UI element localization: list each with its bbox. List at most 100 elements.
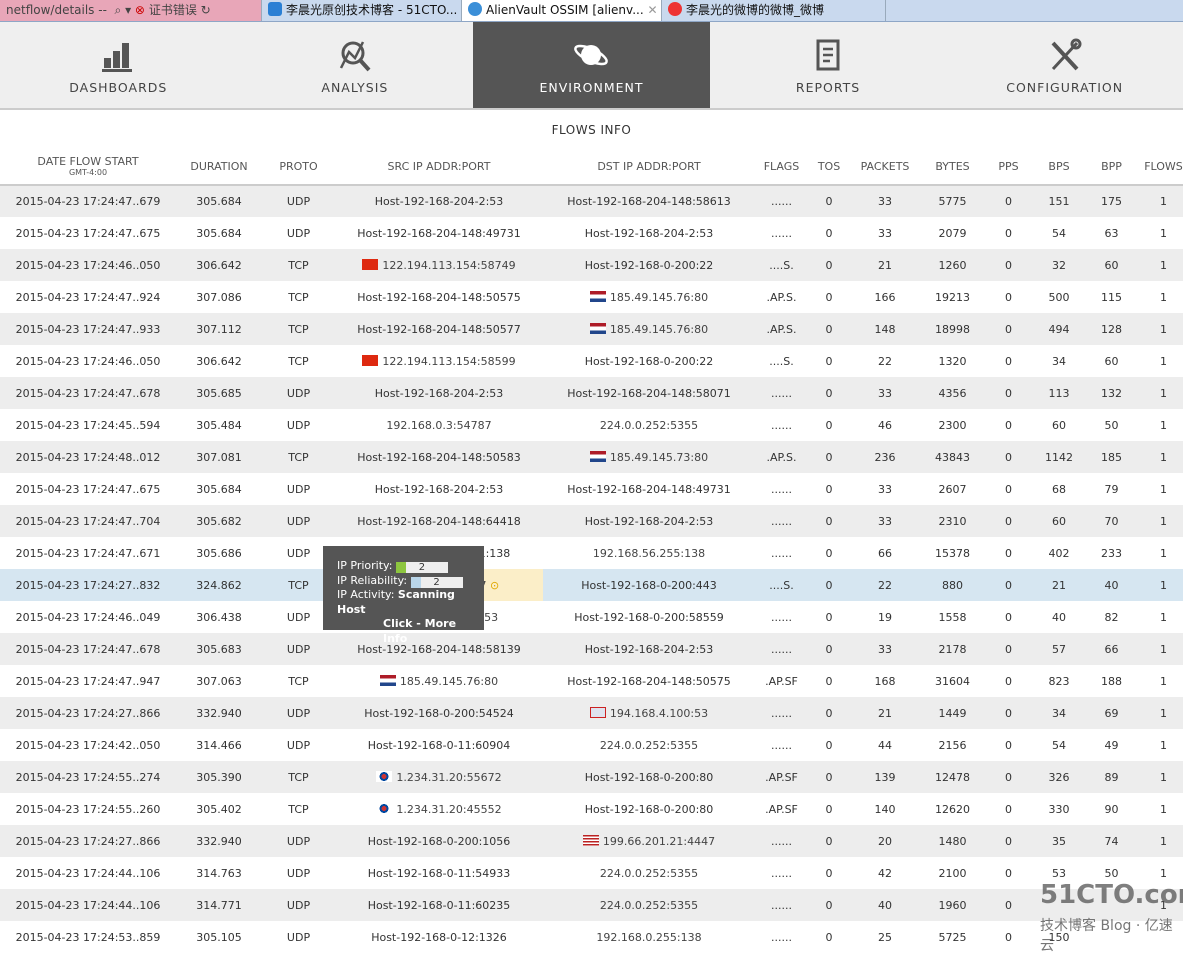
- table-row[interactable]: 2015-04-23 17:24:44..106 314.771 UDP Host-1…: [0, 889, 1183, 921]
- column-header[interactable]: FLAGS: [755, 148, 808, 186]
- cell-src-ip-addr-port[interactable]: Host-192-168-204-148:50583: [335, 441, 543, 473]
- cell-src-ip-addr-port[interactable]: Host-192-168-204-148:64418: [335, 505, 543, 537]
- column-header[interactable]: BPP: [1086, 148, 1137, 186]
- browser-tab[interactable]: 李晨光的微博的微博_微博: [662, 0, 886, 21]
- cell-dst-ip-addr-port[interactable]: 224.0.0.252:5355: [543, 889, 755, 921]
- cell-dst-ip-addr-port[interactable]: 192.168.0.255:138: [543, 921, 755, 953]
- cell-src-ip-addr-port[interactable]: Host-192-168-0-200:54524: [335, 697, 543, 729]
- cell-src-ip-addr-port[interactable]: 122.194.113.154:58599: [335, 345, 543, 377]
- cell-dst-ip-addr-port[interactable]: 185.49.145.76:80: [543, 313, 755, 345]
- cell-dst-ip-addr-port[interactable]: 192.168.56.255:138: [543, 537, 755, 569]
- column-header[interactable]: PACKETS: [850, 148, 920, 186]
- table-row[interactable]: 2015-04-23 17:24:47..675 305.684 UDP Host-1…: [0, 217, 1183, 249]
- cell-dst-ip-addr-port[interactable]: 224.0.0.252:5355: [543, 729, 755, 761]
- column-header[interactable]: BYTES: [920, 148, 985, 186]
- cell-dst-ip-addr-port[interactable]: Host-192-168-204-148:58071: [543, 377, 755, 409]
- cell-src-ip-addr-port[interactable]: 122.194.113.154:58749: [335, 249, 543, 281]
- column-header[interactable]: DURATION: [176, 148, 262, 186]
- cell-packets: 33: [878, 482, 892, 496]
- column-header[interactable]: PPS: [985, 148, 1032, 186]
- cell-src-ip-addr-port[interactable]: 185.49.145.76:80: [335, 665, 543, 697]
- cell-src-ip-addr-port[interactable]: 192.168.0.3:54787: [335, 409, 543, 441]
- nav-dashboards[interactable]: DASHBOARDS: [0, 22, 237, 108]
- table-row[interactable]: 2015-04-23 17:24:48..012 307.081 TCP Host-1…: [0, 441, 1183, 473]
- column-header[interactable]: SRC IP ADDR:PORT: [335, 148, 543, 186]
- cell-dst-ip-addr-port[interactable]: Host-192-168-204-2:53: [543, 633, 755, 665]
- more-info-link[interactable]: Click - More Info: [383, 617, 456, 645]
- cell-src-ip-addr-port[interactable]: Host-192-168-0-11:54933: [335, 857, 543, 889]
- cell-dst-ip-addr-port[interactable]: Host-192-168-204-148:58613: [543, 185, 755, 217]
- table-row[interactable]: 2015-04-23 17:24:47..678 305.685 UDP Host-1…: [0, 377, 1183, 409]
- cell-src-ip-addr-port[interactable]: Host-192-168-204-148:49731: [335, 217, 543, 249]
- browser-tab[interactable]: 李晨光原创技术博客 - 51CTO...: [262, 0, 462, 21]
- column-header[interactable]: DATE FLOW START GMT-4:00: [0, 148, 176, 186]
- cell-tos: 0: [825, 802, 833, 816]
- table-row[interactable]: 2015-04-23 17:24:47..933 307.112 TCP Host-1…: [0, 313, 1183, 345]
- ip-tooltip[interactable]: IP Priority: 2 IP Reliability: 2 IP Acti…: [323, 546, 484, 645]
- table-row[interactable]: 2015-04-23 17:24:27..866 332.940 UDP Host-1…: [0, 697, 1183, 729]
- cell-src-ip-addr-port[interactable]: Host-192-168-204-2:53: [335, 185, 543, 217]
- table-row[interactable]: 2015-04-23 17:24:47..678 305.683 UDP Host-1…: [0, 633, 1183, 665]
- nav-analysis[interactable]: ANALYSIS: [237, 22, 474, 108]
- column-header[interactable]: FLOWS: [1137, 148, 1183, 186]
- table-row[interactable]: 2015-04-23 17:24:47..671305.686UDPHost-1…: [0, 537, 1183, 569]
- column-header[interactable]: PROTO: [262, 148, 335, 186]
- close-tab-icon[interactable]: ✕: [647, 3, 657, 17]
- cell-tos: 0: [825, 482, 833, 496]
- flag-gb-icon: [589, 706, 606, 718]
- cell-dst-ip-addr-port[interactable]: Host-192-168-204-2:53: [543, 505, 755, 537]
- table-row[interactable]: 2015-04-23 17:24:47..675 305.684 UDP Host-1…: [0, 473, 1183, 505]
- table-row[interactable]: 2015-04-23 17:24:47..924 307.086 TCP Host-1…: [0, 281, 1183, 313]
- cell-dst-ip-addr-port[interactable]: Host-192-168-0-200:22: [543, 345, 755, 377]
- cell-src-ip-addr-port[interactable]: Host-192-168-204-2:53: [335, 377, 543, 409]
- cell-src-ip-addr-port[interactable]: Host-192-168-0-200:1056: [335, 825, 543, 857]
- table-row[interactable]: 2015-04-23 17:24:55..274 305.390 TCP 1.234.…: [0, 761, 1183, 793]
- cell-dst-ip-addr-port[interactable]: Host-192-168-0-200:443: [543, 569, 755, 601]
- cell-dst-ip-addr-port[interactable]: Host-192-168-204-2:53: [543, 217, 755, 249]
- cell-dst-ip-addr-port[interactable]: 224.0.0.252:5355: [543, 409, 755, 441]
- table-row[interactable]: 2015-04-23 17:24:42..050 314.466 UDP Host-1…: [0, 729, 1183, 761]
- cell-dst-ip-addr-port[interactable]: Host-192-168-0-200:80: [543, 761, 755, 793]
- table-row[interactable]: 2015-04-23 17:24:45..594 305.484 UDP 192.16…: [0, 409, 1183, 441]
- column-header[interactable]: TOS: [808, 148, 850, 186]
- cert-error[interactable]: 证书错误: [149, 3, 197, 17]
- table-row[interactable]: 2015-04-23 17:24:27..832324.862TCP222.?.…: [0, 569, 1183, 601]
- cell-src-ip-addr-port[interactable]: Host-192-168-204-2:53: [335, 473, 543, 505]
- table-row[interactable]: 2015-04-23 17:24:47..947 307.063 TCP 185.49…: [0, 665, 1183, 697]
- column-header[interactable]: BPS: [1032, 148, 1086, 186]
- table-row[interactable]: 2015-04-23 17:24:55..260 305.402 TCP 1.234.…: [0, 793, 1183, 825]
- column-header[interactable]: DST IP ADDR:PORT: [543, 148, 755, 186]
- table-row[interactable]: 2015-04-23 17:24:46..049306.438UDP194.16…: [0, 601, 1183, 633]
- cell-src-ip-addr-port[interactable]: Host-192-168-204-148:50577: [335, 313, 543, 345]
- nav-configuration[interactable]: CONFIGURATION: [946, 22, 1183, 108]
- target-icon[interactable]: ⊙: [490, 579, 499, 592]
- cell-dst-ip-addr-port[interactable]: Host-192-168-0-200:58559: [543, 601, 755, 633]
- nav-reports[interactable]: REPORTS: [710, 22, 947, 108]
- cell-dst-ip-addr-port[interactable]: 199.66.201.21:4447: [543, 825, 755, 857]
- cell-bpp: 115: [1101, 290, 1122, 304]
- cell-dst-ip-addr-port[interactable]: Host-192-168-0-200:80: [543, 793, 755, 825]
- cell-dst-ip-addr-port[interactable]: Host-192-168-204-148:49731: [543, 473, 755, 505]
- cell-src-ip-addr-port[interactable]: Host-192-168-204-148:50575: [335, 281, 543, 313]
- cell-src-ip-addr-port[interactable]: 1.234.31.20:45552: [335, 793, 543, 825]
- address-bar[interactable]: netflow/details -- ⌕ ▾ ⊗ 证书错误 ↻: [0, 0, 262, 21]
- table-row[interactable]: 2015-04-23 17:24:44..106 314.763 UDP Host-1…: [0, 857, 1183, 889]
- cell-src-ip-addr-port[interactable]: Host-192-168-0-12:1326: [335, 921, 543, 953]
- table-row[interactable]: 2015-04-23 17:24:47..679 305.684 UDP Host-1…: [0, 185, 1183, 217]
- cell-dst-ip-addr-port[interactable]: 185.49.145.73:80: [543, 441, 755, 473]
- nav-environment[interactable]: ENVIRONMENT: [473, 22, 710, 108]
- table-row[interactable]: 2015-04-23 17:24:53..859 305.105 UDP Host-1…: [0, 921, 1183, 953]
- cell-dst-ip-addr-port[interactable]: 194.168.4.100:53: [543, 697, 755, 729]
- browser-tab-active[interactable]: AlienVault OSSIM [alienv... ✕: [462, 0, 662, 21]
- table-row[interactable]: 2015-04-23 17:24:27..866 332.940 UDP Host-1…: [0, 825, 1183, 857]
- cell-src-ip-addr-port[interactable]: Host-192-168-0-11:60904: [335, 729, 543, 761]
- table-row[interactable]: 2015-04-23 17:24:47..704 305.682 UDP Host-1…: [0, 505, 1183, 537]
- cell-src-ip-addr-port[interactable]: 1.234.31.20:55672: [335, 761, 543, 793]
- cell-dst-ip-addr-port[interactable]: Host-192-168-0-200:22: [543, 249, 755, 281]
- cell-dst-ip-addr-port[interactable]: 224.0.0.252:5355: [543, 857, 755, 889]
- cell-dst-ip-addr-port[interactable]: 185.49.145.76:80: [543, 281, 755, 313]
- cell-src-ip-addr-port[interactable]: Host-192-168-0-11:60235: [335, 889, 543, 921]
- cell-dst-ip-addr-port[interactable]: Host-192-168-204-148:50575: [543, 665, 755, 697]
- table-row[interactable]: 2015-04-23 17:24:46..050 306.642 TCP 122.19…: [0, 249, 1183, 281]
- table-row[interactable]: 2015-04-23 17:24:46..050 306.642 TCP 122.19…: [0, 345, 1183, 377]
